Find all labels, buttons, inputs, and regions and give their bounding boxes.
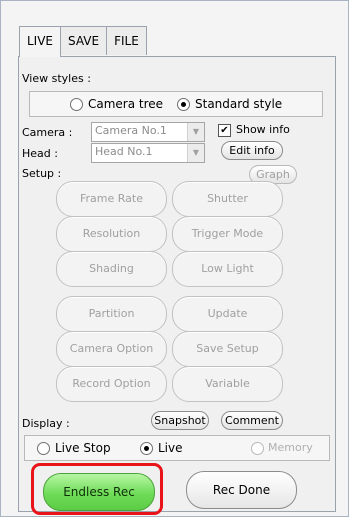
standard-style-label: Standard style	[195, 97, 283, 111]
memory-label: Memory	[268, 441, 313, 454]
save-setup-button[interactable]: Save Setup	[172, 331, 283, 367]
low-light-button[interactable]: Low Light	[172, 251, 283, 287]
snapshot-button[interactable]: Snapshot	[151, 411, 209, 430]
head-select-value: Head No.1	[95, 145, 153, 158]
tab-live[interactable]: LIVE	[19, 26, 62, 57]
live-radio[interactable]	[140, 442, 153, 455]
show-info-checkbox[interactable]: ✔	[218, 124, 231, 137]
setup-label: Setup :	[22, 167, 62, 180]
tab-bar: LIVE SAVE FILE	[19, 26, 147, 57]
shutter-button[interactable]: Shutter	[172, 181, 283, 217]
show-info-label: Show info	[236, 123, 290, 136]
chevron-down-icon[interactable]: ▼	[187, 144, 204, 162]
live-stop-label: Live Stop	[55, 441, 111, 455]
live-label: Live	[158, 441, 183, 455]
tab-file[interactable]: FILE	[106, 26, 147, 55]
chevron-down-icon[interactable]: ▼	[187, 123, 204, 141]
rec-done-button[interactable]: Rec Done	[186, 471, 297, 509]
camera-option-button[interactable]: Camera Option	[56, 331, 167, 367]
display-mode-group: Live Stop Live Memory	[24, 435, 330, 461]
trigger-mode-button[interactable]: Trigger Mode	[172, 216, 283, 252]
variable-button[interactable]: Variable	[172, 366, 283, 402]
camera-select-value: Camera No.1	[95, 124, 167, 137]
memory-radio[interactable]	[251, 442, 264, 455]
edit-info-button[interactable]: Edit info	[221, 141, 283, 160]
head-select[interactable]: Head No.1 ▼	[91, 143, 205, 163]
view-styles-label: View styles :	[22, 72, 91, 85]
camera-label: Camera :	[22, 126, 73, 139]
endless-rec-button[interactable]: Endless Rec	[43, 473, 155, 511]
control-panel-frame: LIVE SAVE FILE View styles : Camera tree…	[0, 0, 349, 517]
camera-tree-radio[interactable]	[70, 98, 83, 111]
head-label: Head :	[22, 147, 58, 160]
view-styles-group: Camera tree Standard style	[29, 91, 323, 117]
standard-style-radio[interactable]	[177, 98, 190, 111]
camera-select[interactable]: Camera No.1 ▼	[91, 122, 205, 142]
shading-button[interactable]: Shading	[56, 251, 167, 287]
live-stop-radio[interactable]	[37, 442, 50, 455]
display-label: Display :	[22, 417, 70, 430]
tab-save[interactable]: SAVE	[60, 26, 108, 55]
comment-button[interactable]: Comment	[221, 411, 283, 430]
record-option-button[interactable]: Record Option	[56, 366, 167, 402]
resolution-button[interactable]: Resolution	[56, 216, 167, 252]
camera-tree-label: Camera tree	[88, 97, 164, 111]
update-button[interactable]: Update	[172, 296, 283, 332]
partition-button[interactable]: Partition	[56, 296, 167, 332]
live-tab-panel: View styles : Camera tree Standard style…	[18, 56, 336, 515]
frame-rate-button[interactable]: Frame Rate	[56, 181, 167, 217]
